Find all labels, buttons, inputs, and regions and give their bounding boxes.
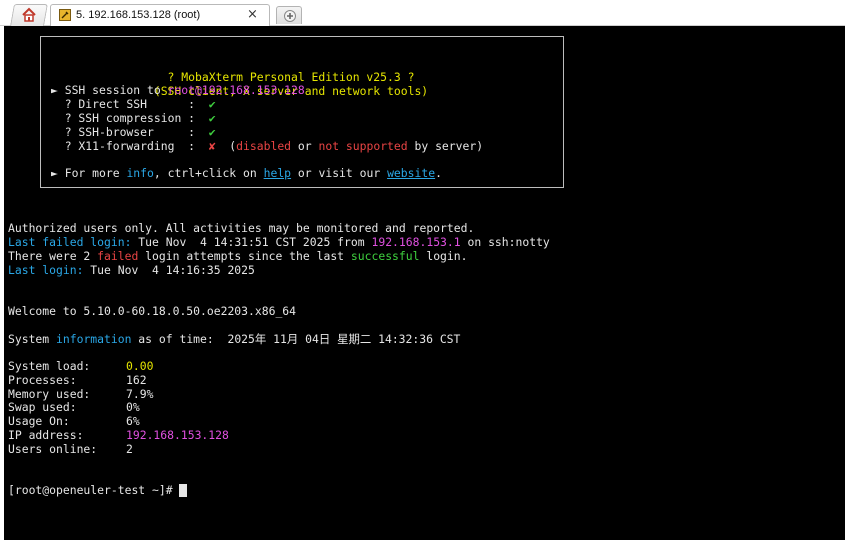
stat-label: Usage On: [8,414,70,429]
check-icon: ✔ [208,125,216,139]
ssh-target: root@192.168.153.128 [167,83,305,97]
stat-value: 162 [126,372,147,387]
x11-forwarding-line: ? X11-forwarding : ✘ (disabled or not su… [51,139,484,153]
help-link[interactable]: help [264,166,291,180]
new-tab-icon [284,10,296,22]
more-info-line: ► For more info, ctrl+click on help or v… [51,166,442,180]
last-login-line: Last login: Tue Nov 4 14:16:35 2025 [8,263,255,277]
stat-label: Processes: [8,372,77,387]
stat-label: Memory used: [8,386,91,401]
check-icon: ✔ [208,97,216,111]
system-info-line: System information as of time: 2025年 11月… [8,332,461,346]
stat-value: 6% [126,414,140,429]
session-tab-label: 5. 192.168.153.128 (root) [76,9,201,21]
direct-ssh-line: ? Direct SSH : ✔ [51,97,216,111]
info-link[interactable]: info [126,166,153,180]
stat-label: System load: [8,359,91,373]
last-failed-login-line: Last failed login: Tue Nov 4 14:31:51 CS… [8,235,550,249]
mobaxterm-banner: ? MobaXterm Personal Edition v25.3 ? (SS… [40,36,564,188]
stat-value: 7.9% [126,386,154,401]
stat-value: 0.00 [126,359,154,373]
stat-value: 0% [126,400,140,415]
ssh-session-line: ► SSH session to root@192.168.153.128 [51,83,305,97]
stat-value: 2 [126,441,133,456]
ssh-browser-line: ? SSH-browser : ✔ [51,125,216,139]
welcome-line: Welcome to 5.10.0-60.18.0.50.oe2203.x86_… [8,304,297,318]
session-tab[interactable]: 5. 192.168.153.128 (root) × [50,4,270,26]
authorized-notice: Authorized users only. All activities ma… [8,221,475,235]
terminal-area[interactable]: ? MobaXterm Personal Edition v25.3 ? (SS… [4,26,845,540]
home-tab[interactable] [10,4,48,26]
cross-icon: ✘ [208,139,216,153]
close-icon[interactable]: × [247,7,258,23]
stat-label: Users online: [8,441,98,456]
terminal-session-icon [59,9,71,21]
stat-label: IP address: [8,428,84,442]
text-cursor [179,484,188,497]
stat-value: 192.168.153.128 [126,428,229,442]
failed-attempts-line: There were 2 failed login attempts since… [8,249,468,263]
new-tab-button[interactable] [276,6,302,24]
mobaxterm-window: 5. 192.168.153.128 (root) × ? MobaXterm … [0,0,845,540]
website-link[interactable]: website [387,166,435,180]
stat-label: Swap used: [8,400,77,415]
shell-prompt: [root@openeuler-test ~]# [8,483,180,497]
check-icon: ✔ [208,111,216,125]
compression-line: ? SSH compression : ✔ [51,111,216,125]
tab-bar: 5. 192.168.153.128 (root) × [0,0,845,26]
home-icon [22,7,36,22]
